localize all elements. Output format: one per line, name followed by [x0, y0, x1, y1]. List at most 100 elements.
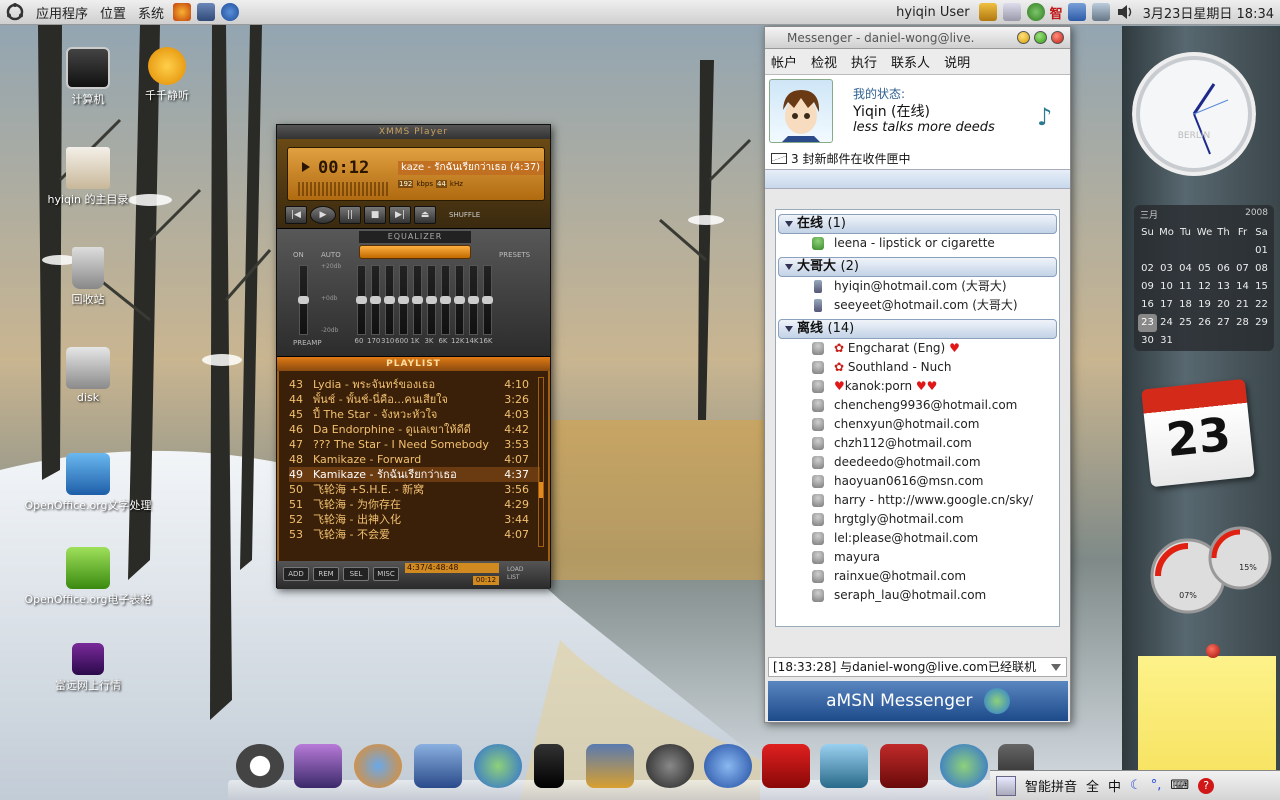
desktop-icon-home[interactable]: hyiqin 的主目录 — [23, 147, 153, 207]
moon-icon[interactable]: ☾ — [1130, 778, 1142, 793]
desktop-icon-disk[interactable]: disk — [23, 347, 153, 404]
ime-mode[interactable]: 智能拼音 — [1025, 776, 1077, 795]
window-list-icon[interactable] — [1067, 3, 1086, 21]
eq-auto-toggle[interactable]: AUTO — [321, 251, 341, 259]
playlist-row[interactable]: 52 飞轮海 - 出神入化 3:44 — [289, 512, 540, 527]
keys-icon[interactable] — [978, 3, 997, 21]
desktop-icon-stock[interactable]: 富远网上行情 — [23, 643, 153, 693]
feather-dock-icon[interactable] — [820, 744, 868, 788]
chat-dock-icon[interactable] — [704, 744, 752, 788]
dictionary-dock-icon[interactable] — [880, 744, 928, 788]
contact-item[interactable]: ♥kanok:porn ♥♥ — [776, 377, 1059, 396]
messenger-dock-icon[interactable] — [474, 744, 522, 788]
desktop-icon-calc[interactable]: OpenOffice.org电子表格 — [23, 547, 153, 607]
analog-clock-widget[interactable]: BERLIN — [1132, 44, 1256, 184]
desktop-icon-ttplayer[interactable]: 千千静听 — [102, 47, 232, 103]
eq-band-slider[interactable] — [440, 265, 451, 335]
ime-full-width[interactable]: 全 — [1086, 776, 1099, 795]
eq-band-slider[interactable] — [482, 265, 493, 335]
ubuntu-dock-icon[interactable] — [236, 744, 284, 788]
contact-item[interactable]: chencheng9936@hotmail.com — [776, 396, 1059, 415]
playlist-row[interactable]: 43 Lydia - พระจันทร์ของเธอ 4:10 — [289, 377, 540, 392]
playlist-row-current[interactable]: 49 Kamikaze - รักฉันเรียกว่าเธอ 4:37 — [289, 467, 540, 482]
calendar-widget[interactable]: 三月 2008 Su Mo Tu We Th Fr Sa 01 02 03 04 05 06 07 08 … — [1134, 205, 1274, 351]
my-display-name[interactable]: Yiqin (在线) — [853, 101, 930, 121]
xmms-player-window[interactable]: XMMS Player 00:12 kaze - รักฉันเรียกว่าเ… — [276, 124, 551, 589]
places-menu[interactable]: 位置 — [94, 0, 132, 25]
menu-account[interactable]: 帐户 — [771, 52, 797, 71]
playlist-scrollbar[interactable] — [538, 377, 544, 547]
eq-band-slider[interactable] — [454, 265, 465, 335]
ime-chinese[interactable]: 中 — [1108, 776, 1121, 795]
desktop-icon-writer[interactable]: OpenOffice.org文字处理 — [23, 453, 153, 513]
help-icon[interactable]: ? — [1198, 777, 1215, 794]
mail-launcher-icon[interactable] — [197, 3, 216, 21]
connection-status-dropdown[interactable]: [18:33:28] 与daniel-wong@live.com已经联机 — [768, 657, 1067, 677]
menu-actions[interactable]: 执行 — [851, 52, 877, 71]
network-icon[interactable] — [1002, 3, 1021, 21]
pause-button[interactable]: || — [339, 206, 361, 224]
system-menu[interactable]: 系统 — [132, 0, 170, 25]
contacts-dock-icon[interactable] — [940, 744, 988, 788]
eq-band-slider[interactable] — [356, 265, 367, 335]
playlist-remove-button[interactable]: REM — [313, 567, 339, 581]
ipod-dock-icon[interactable] — [534, 744, 564, 788]
messenger-tray-icon[interactable] — [1026, 3, 1045, 21]
music-note-icon[interactable]: ♪ — [1037, 103, 1052, 131]
eq-band-slider[interactable] — [426, 265, 437, 335]
desktop-preview-dock-icon[interactable] — [294, 744, 342, 788]
firefox-dock-icon[interactable] — [354, 744, 402, 788]
keyboard-icon[interactable]: ⌨ — [1170, 778, 1189, 793]
help-icon[interactable] — [221, 3, 240, 21]
playlist-load-button[interactable]: LOAD LIST — [507, 566, 529, 582]
video-dock-icon[interactable] — [586, 744, 634, 788]
contact-item[interactable]: seeyeet@hotmail.com (大哥大) — [776, 296, 1059, 315]
eq-band-slider[interactable] — [398, 265, 409, 335]
eq-band-slider[interactable] — [370, 265, 381, 335]
cpu-gauge-widget[interactable]: 07% 15% — [1148, 526, 1280, 616]
next-button[interactable]: ▶| — [389, 206, 411, 224]
maximize-button[interactable] — [1034, 31, 1047, 44]
playlist-row[interactable]: 44 พั้นช์ - พั้นช์-นี่คือ...คนเสียใจ 3:26 — [289, 392, 540, 407]
playlist-row[interactable]: 50 飞轮海 +S.H.E. - 新窝 3:56 — [289, 482, 540, 497]
eq-presets-button[interactable]: PRESETS — [499, 251, 530, 259]
playlist-row[interactable]: 46 Da Endorphine - ดูแลเขาให้ดีดี 4:42 — [289, 422, 540, 437]
group-header-mobile[interactable]: 大哥大 (2) — [778, 257, 1057, 277]
eq-on-toggle[interactable]: ON — [293, 251, 304, 259]
contact-item[interactable]: leena - lipstick or cigarette — [776, 234, 1059, 253]
previous-button[interactable]: |◀ — [285, 206, 307, 224]
punctuation-icon[interactable]: °, — [1151, 778, 1162, 793]
contact-item[interactable]: rainxue@hotmail.com — [776, 567, 1059, 586]
contact-item[interactable]: mayura — [776, 548, 1059, 567]
contact-item[interactable]: ✿ Engcharat (Eng) ♥ — [776, 339, 1059, 358]
contact-item[interactable]: hyiqin@hotmail.com (大哥大) — [776, 277, 1059, 296]
playlist-row[interactable]: 47??? The Star - I Need Somebody 3:53 — [289, 437, 540, 452]
preamp-slider[interactable] — [298, 265, 309, 335]
minimize-button[interactable] — [1017, 31, 1030, 44]
xmms-titlebar[interactable]: XMMS Player — [277, 125, 550, 139]
play-button[interactable]: ▶ — [310, 206, 336, 224]
playlist-select-button[interactable]: SEL — [343, 567, 369, 581]
menu-help[interactable]: 说明 — [944, 52, 970, 71]
firefox-launcher-icon[interactable] — [173, 3, 192, 21]
user-name[interactable]: hyiqin User — [890, 0, 975, 25]
eq-band-slider[interactable] — [412, 265, 423, 335]
contact-item[interactable]: haoyuan0616@msn.com — [776, 472, 1059, 491]
date-widget[interactable]: 23 — [1141, 376, 1255, 488]
volume-icon[interactable] — [1116, 3, 1134, 21]
playlist-row[interactable]: 45 ปี้ The Star - จังหวะหัวใจ 4:03 — [289, 407, 540, 422]
shuffle-button[interactable]: SHUFFLE — [449, 206, 480, 224]
playlist-misc-button[interactable]: MISC — [373, 567, 399, 581]
messenger-window[interactable]: Messenger - daniel-wong@live. 帐户 检视 执行 联… — [764, 26, 1071, 723]
contact-item[interactable]: seraph_lau@hotmail.com — [776, 586, 1059, 605]
eq-band-slider[interactable] — [384, 265, 395, 335]
menu-contacts[interactable]: 联系人 — [891, 52, 930, 71]
eject-button[interactable]: ⏏ — [414, 206, 436, 224]
speaker-dock-icon[interactable] — [646, 744, 694, 788]
menu-view[interactable]: 检视 — [811, 52, 837, 71]
calendar-today[interactable]: 23 — [1138, 314, 1157, 332]
desktop-icon-trash[interactable]: 回收站 — [23, 247, 153, 307]
mail-notice[interactable]: 3 封新邮件在收件匣中 — [765, 147, 1070, 169]
clock-datetime[interactable]: 3月23日星期日 18:34 — [1137, 0, 1280, 25]
playlist-title[interactable]: PLAYLIST — [277, 357, 550, 371]
